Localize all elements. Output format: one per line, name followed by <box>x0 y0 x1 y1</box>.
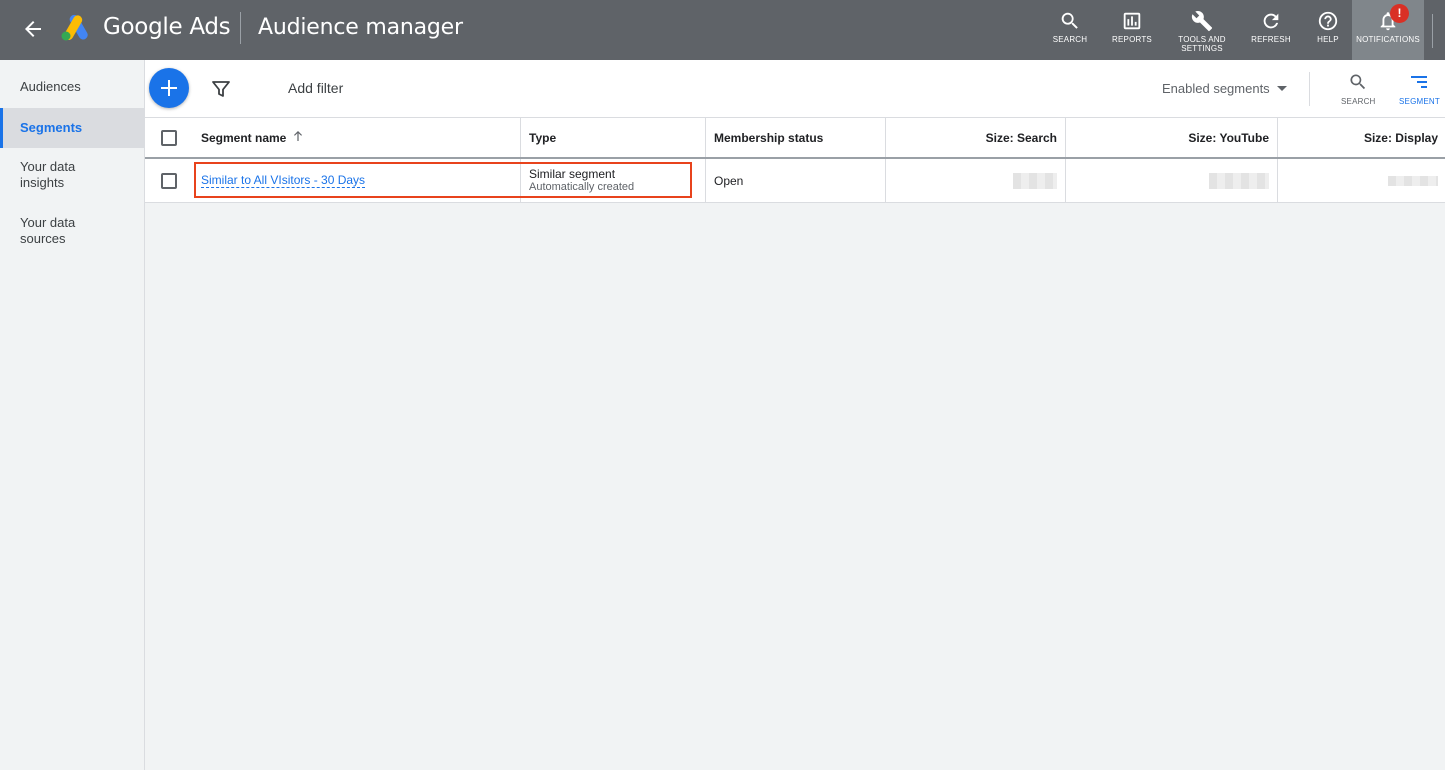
segment-view-label: SEGMENT <box>1399 97 1440 106</box>
redacted-value <box>1013 172 1057 189</box>
help-icon <box>1318 11 1338 31</box>
header-notifications-label: NOTIFICATIONS <box>1356 35 1420 44</box>
membership-status-cell: Open <box>706 159 886 202</box>
reports-icon <box>1123 12 1141 30</box>
col-membership-status[interactable]: Membership status <box>706 118 886 157</box>
search-icon <box>1061 12 1078 29</box>
col-segment-name[interactable]: Segment name <box>193 118 521 157</box>
select-all-checkbox[interactable] <box>161 129 177 146</box>
sidebar-item-segments[interactable]: Segments <box>0 108 144 148</box>
row-select-cell <box>145 159 193 202</box>
col-size-display[interactable]: Size: Display <box>1278 118 1445 157</box>
search-icon <box>1350 74 1366 90</box>
header-help-button[interactable]: HELP <box>1310 0 1346 60</box>
brand-divider <box>240 12 241 44</box>
add-filter-button[interactable]: Add filter <box>288 80 343 96</box>
wrench-icon <box>1191 11 1213 32</box>
header-reports-button[interactable]: REPORTS <box>1108 0 1156 60</box>
sort-ascending-icon <box>292 130 304 145</box>
header-tools-button[interactable]: TOOLS AND SETTINGS <box>1172 0 1232 60</box>
table-row: Similar to All VIsitors - 30 Days Simila… <box>145 159 1445 203</box>
segment-type: Similar segment <box>529 167 616 181</box>
header-refresh-button[interactable]: REFRESH <box>1248 0 1294 60</box>
top-bar: Google Ads Audience manager SEARCH REPOR… <box>0 0 1445 60</box>
col-segment-name-label: Segment name <box>201 130 287 145</box>
segment-view-button[interactable]: SEGMENT <box>1399 72 1440 106</box>
col-size-youtube[interactable]: Size: YouTube <box>1066 118 1278 157</box>
brand-name: Google Ads <box>103 14 231 40</box>
table-search-label: SEARCH <box>1341 97 1376 106</box>
filter-icon[interactable] <box>211 79 231 104</box>
header-search-label: SEARCH <box>1052 35 1088 44</box>
dropdown-caret-icon <box>1276 86 1287 91</box>
header-refresh-label: REFRESH <box>1251 35 1291 44</box>
header-help-label: HELP <box>1317 35 1339 44</box>
header-notifications-button[interactable]: NOTIFICATIONS ! <box>1352 0 1424 60</box>
notification-alert-badge: ! <box>1390 4 1409 23</box>
header-end-divider <box>1432 14 1433 48</box>
google-ads-logo-icon <box>60 14 92 42</box>
sidebar-item-your-data-insights[interactable]: Your data insights <box>0 159 100 191</box>
toolbar-divider <box>1309 72 1310 106</box>
refresh-icon <box>1263 13 1279 29</box>
segment-type-cell: Similar segment Automatically created <box>521 159 706 202</box>
sidebar: Audiences Segments Your data insights Yo… <box>0 60 145 770</box>
header-search-button[interactable]: SEARCH <box>1048 0 1092 60</box>
toolbar: Add filter Enabled segments SEARCH SEGME… <box>145 60 1445 118</box>
redacted-value <box>1388 175 1438 186</box>
table-header-row: Segment name Type Membership status Size… <box>145 118 1445 159</box>
size-search-cell <box>886 159 1066 202</box>
header-reports-label: REPORTS <box>1112 35 1152 44</box>
size-youtube-cell <box>1066 159 1278 202</box>
plus-icon <box>161 80 177 96</box>
sidebar-item-your-data-sources[interactable]: Your data sources <box>0 215 100 247</box>
table-search-button[interactable]: SEARCH <box>1341 72 1376 106</box>
segments-table: Segment name Type Membership status Size… <box>145 118 1445 203</box>
sidebar-item-audiences[interactable]: Audiences <box>0 79 144 95</box>
segment-name-link[interactable]: Similar to All VIsitors - 30 Days <box>201 173 366 188</box>
segment-name-cell: Similar to All VIsitors - 30 Days <box>193 159 521 202</box>
select-all-cell <box>145 118 193 157</box>
segment-status-dropdown[interactable]: Enabled segments <box>1162 81 1287 96</box>
header-tools-label: TOOLS AND SETTINGS <box>1178 35 1226 53</box>
row-checkbox[interactable] <box>161 172 177 189</box>
segment-lines-icon <box>1411 76 1428 88</box>
segment-status-value: Enabled segments <box>1162 81 1270 96</box>
add-segment-button[interactable] <box>149 68 189 108</box>
back-arrow-icon[interactable] <box>20 16 46 42</box>
redacted-value <box>1209 172 1269 189</box>
size-display-cell <box>1278 159 1445 202</box>
col-type[interactable]: Type <box>521 118 706 157</box>
col-size-search[interactable]: Size: Search <box>886 118 1066 157</box>
page-title: Audience manager <box>258 15 463 40</box>
segment-type-note: Automatically created <box>529 181 635 193</box>
